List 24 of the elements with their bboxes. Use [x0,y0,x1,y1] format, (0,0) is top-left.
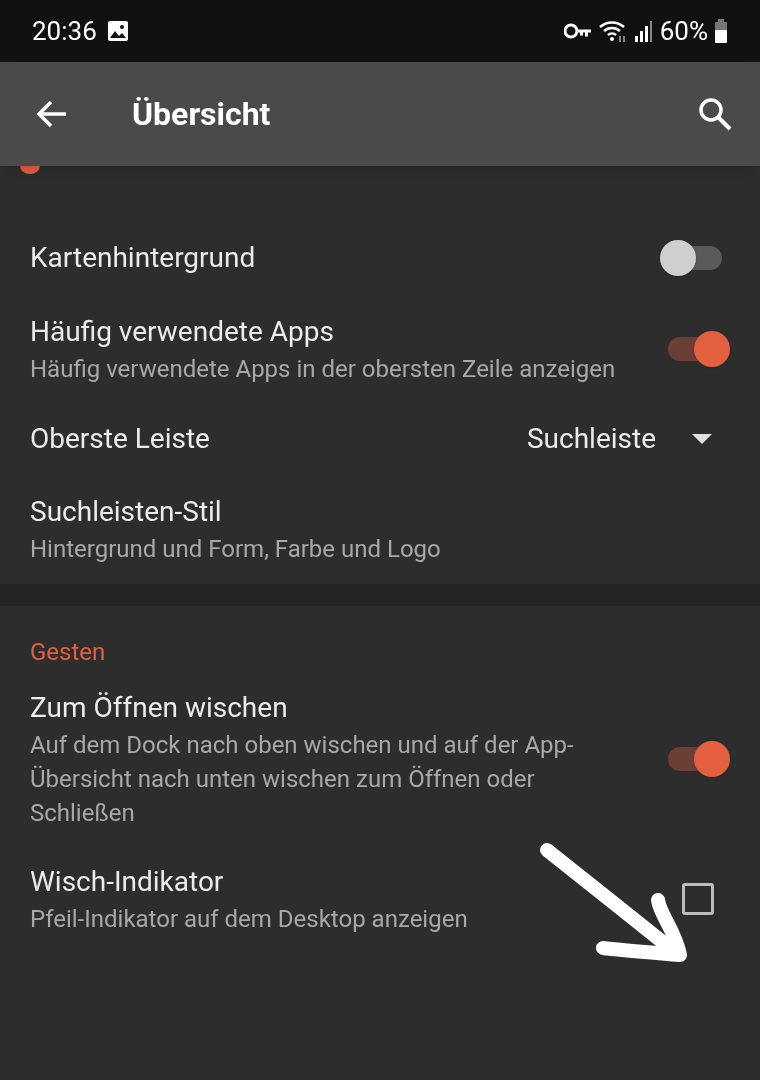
setting-title: Wisch-Indikator [30,864,225,900]
dropdown[interactable]: Suchleiste [526,418,730,460]
section-header: Gesten [30,638,106,666]
battery-percentage: 60% [659,14,708,48]
setting-description: Auf dem Dock nach oben wischen und auf der App-Übersicht nach unten wischen zum Öffnen oder Schließen [30,730,575,829]
search-icon[interactable] [698,97,732,131]
setting-title: Zum Öffnen wischen [30,690,289,726]
setting-title: Kartenhintergrund [30,240,256,276]
signal-icon [633,20,654,42]
setting-title: Oberste Leiste [30,421,210,457]
caret-icon [692,434,712,444]
page-title: Übersicht [132,94,272,135]
setting-title: Häufig verwendete Apps [30,314,335,350]
wifi-icon [597,19,628,43]
image-icon [106,20,129,42]
battery-icon [714,19,728,43]
back-arrow-icon[interactable] [36,100,68,128]
clock: 20:36 [32,14,97,48]
setting-description: Pfeil-Indikator auf dem Desktop anzeigen [30,904,468,935]
setting-description: Hintergrund und Form, Farbe und Logo [30,534,441,565]
setting-title: Suchleisten-Stil [30,494,223,530]
key-icon [563,23,592,39]
checkbox[interactable] [682,883,714,915]
setting-description: Häufig verwendete Apps in der obersten Zeile anzeigen [30,354,616,385]
